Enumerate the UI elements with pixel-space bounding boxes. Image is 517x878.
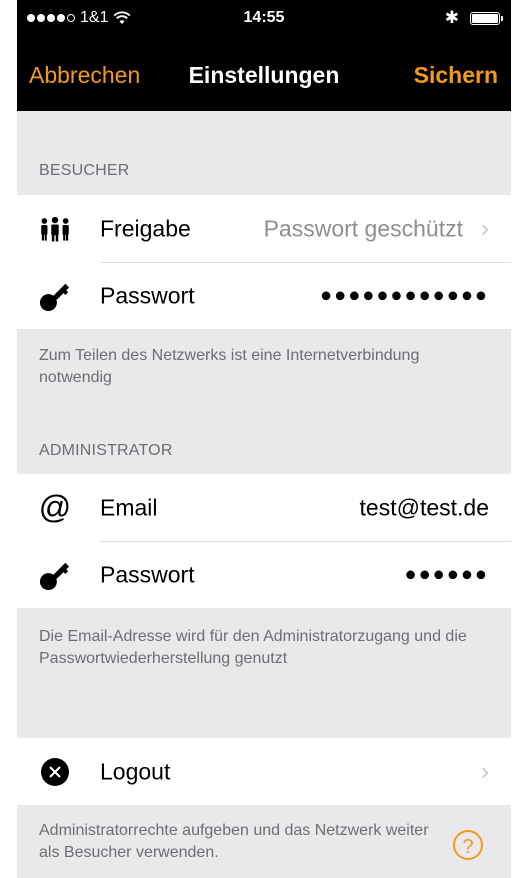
help-button[interactable]: ?	[453, 830, 483, 860]
visitor-group: Freigabe Passwort geschützt › Passwort ●…	[17, 195, 511, 329]
share-label: Freigabe	[100, 215, 191, 241]
navigation-bar: Abbrechen Einstellungen Sichern	[17, 36, 511, 111]
key-icon	[39, 559, 71, 591]
section-header-visitor: BESUCHER	[39, 162, 130, 179]
admin-password-label: Passwort	[100, 561, 195, 587]
visitor-footer-note: Zum Teilen des Netzwerks ist eine Intern…	[39, 347, 420, 386]
settings-screen: 1&1 14:55 ✱ Abbrechen Einstellungen Sich…	[17, 0, 511, 878]
group-users-icon	[39, 213, 71, 245]
visitor-password-field[interactable]: ●●●●●●●●●●●●	[320, 284, 489, 307]
status-time: 14:55	[243, 9, 285, 26]
battery-icon	[470, 12, 503, 25]
logout-footer-note: Administratorrechte aufgeben und das Net…	[39, 822, 429, 861]
chevron-right-icon: ›	[481, 757, 489, 785]
section-header-admin: ADMINISTRATOR	[39, 442, 173, 459]
visitor-password-row[interactable]: Passwort ●●●●●●●●●●●●	[17, 262, 511, 329]
logout-group: Logout ›	[17, 738, 511, 805]
logout-label: Logout	[100, 758, 171, 784]
email-field[interactable]: test@test.de	[360, 494, 489, 521]
chevron-right-icon: ›	[481, 214, 489, 242]
share-value: Passwort geschützt	[263, 215, 463, 241]
email-label: Email	[100, 494, 158, 520]
admin-footer-note: Die Email-Adresse wird für den Administr…	[39, 628, 467, 667]
close-circle-icon	[39, 756, 71, 788]
share-row[interactable]: Freigabe Passwort geschützt ›	[17, 195, 511, 262]
at-sign-icon: @	[38, 489, 72, 525]
key-icon	[39, 280, 71, 312]
bluetooth-icon: ✱	[444, 8, 459, 27]
admin-password-field[interactable]: ●●●●●●	[405, 563, 489, 586]
email-row[interactable]: @ Email test@test.de	[17, 474, 511, 541]
save-button[interactable]: Sichern	[414, 62, 498, 89]
logout-row[interactable]: Logout ›	[17, 738, 511, 805]
status-bar: 1&1 14:55 ✱	[17, 0, 511, 36]
admin-group: @ Email test@test.de Passwort ●●●●●●	[17, 474, 511, 608]
admin-password-row[interactable]: Passwort ●●●●●●	[17, 541, 511, 608]
visitor-password-label: Passwort	[100, 282, 195, 308]
